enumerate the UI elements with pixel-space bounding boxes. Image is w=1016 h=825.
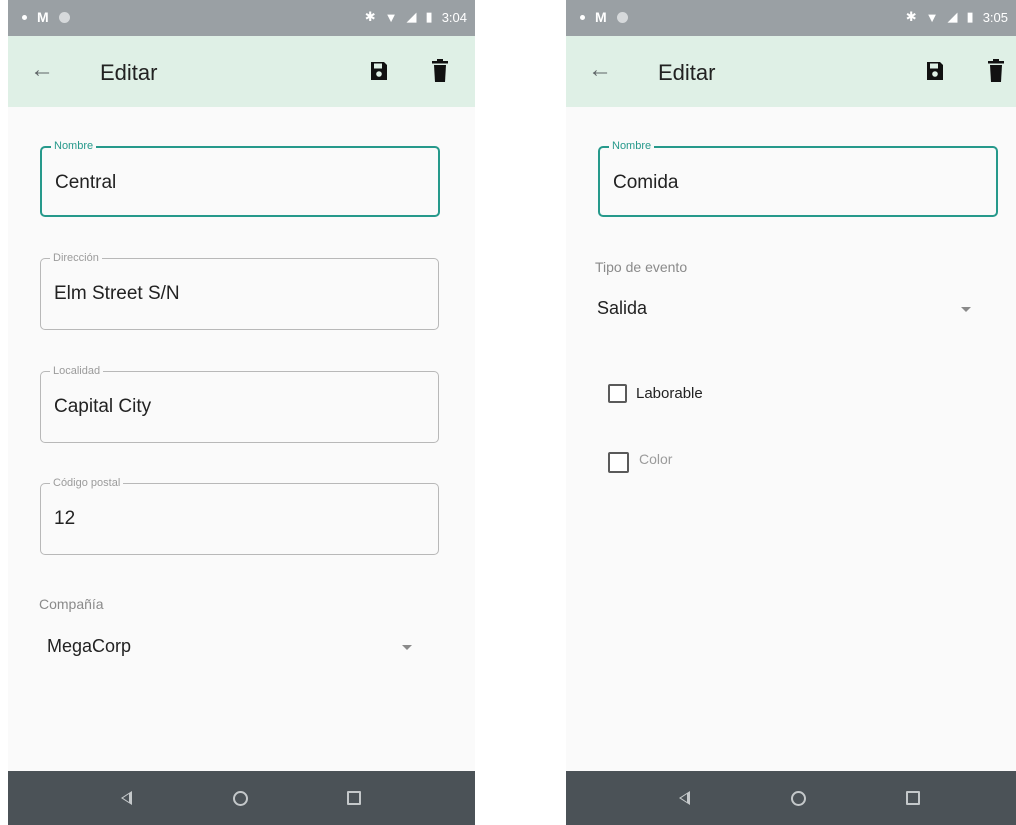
codigo-postal-field[interactable]: Código postal 12: [40, 476, 439, 555]
nombre-field[interactable]: Nombre Comida: [598, 139, 998, 217]
clock: 3:05: [982, 9, 1008, 25]
nav-back-icon[interactable]: [679, 791, 690, 805]
nombre-label: Nombre: [609, 139, 655, 153]
trash-icon[interactable]: [432, 59, 448, 82]
clock: 3:04: [441, 9, 467, 25]
compania-value: MegaCorp: [47, 636, 132, 656]
color-checkbox[interactable]: [608, 452, 629, 473]
left-screen: M ✱ ▼ ◢ ▮ 3:04 ← Editar Nombre Central D…: [8, 0, 475, 825]
direccion-field[interactable]: Dirección Elm Street S/N: [40, 251, 439, 330]
codigo-postal-label: Código postal: [50, 476, 124, 490]
signal-icon: ◢: [406, 9, 417, 24]
localidad-label: Localidad: [50, 364, 104, 378]
notification-dot-icon: [580, 14, 585, 20]
color-label: Color: [639, 451, 673, 467]
signal-icon: ◢: [947, 9, 958, 24]
status-bar: M ✱ ▼ ◢ ▮ 3:05: [566, 0, 1016, 36]
nombre-value: Central: [55, 172, 117, 193]
gmail-icon: M: [595, 9, 607, 25]
app-bar: ← Editar: [8, 36, 475, 107]
direccion-label: Dirección: [50, 251, 102, 265]
page-title: Editar: [100, 60, 158, 85]
bluetooth-icon: ✱: [364, 9, 376, 24]
notification-dot-icon: [22, 14, 27, 20]
direccion-value: Elm Street S/N: [54, 283, 180, 304]
page-title: Editar: [658, 60, 716, 85]
wifi-icon: ▼: [925, 9, 939, 25]
compania-label: Compañía: [39, 596, 104, 612]
compania-select[interactable]: MegaCorp: [39, 628, 419, 664]
dropdown-caret-icon: [961, 307, 971, 312]
localidad-value: Capital City: [54, 396, 152, 417]
save-icon[interactable]: [926, 61, 944, 81]
tipo-evento-label: Tipo de evento: [595, 259, 688, 275]
laborable-checkbox[interactable]: [608, 384, 627, 403]
right-screen: M ✱ ▼ ◢ ▮ 3:05 ← Editar Nombre Comida Ti…: [566, 0, 1016, 825]
navigation-bar: [566, 771, 1016, 825]
wifi-icon: ▼: [384, 9, 398, 25]
laborable-label: Laborable: [636, 385, 703, 402]
navigation-bar: [8, 771, 475, 825]
battery-icon: ▮: [966, 9, 974, 24]
nombre-label: Nombre: [51, 139, 97, 153]
laborable-checkbox-row[interactable]: Laborable: [606, 380, 746, 408]
codigo-postal-value: 12: [54, 508, 76, 529]
nav-back-icon[interactable]: [121, 791, 132, 805]
arrow-back-icon[interactable]: ←: [588, 58, 612, 82]
localidad-field[interactable]: Localidad Capital City: [40, 364, 439, 443]
gmail-icon: M: [37, 9, 49, 25]
tipo-evento-select[interactable]: Salida: [595, 290, 985, 326]
nav-home-icon[interactable]: [791, 791, 806, 806]
nombre-value: Comida: [613, 172, 679, 193]
sync-icon: [58, 11, 70, 23]
save-icon[interactable]: [370, 61, 388, 81]
app-bar: ← Editar: [566, 36, 1016, 107]
color-checkbox-row[interactable]: Color: [606, 448, 746, 476]
nombre-field[interactable]: Nombre Central: [40, 139, 440, 217]
dropdown-caret-icon: [402, 645, 412, 650]
status-bar: M ✱ ▼ ◢ ▮ 3:04: [8, 0, 475, 36]
nav-home-icon[interactable]: [233, 791, 248, 806]
sync-icon: [616, 11, 628, 23]
tipo-evento-value: Salida: [597, 298, 648, 318]
nav-recents-icon[interactable]: [347, 791, 361, 805]
battery-icon: ▮: [425, 9, 433, 24]
trash-icon[interactable]: [988, 59, 1004, 82]
arrow-back-icon[interactable]: ←: [30, 58, 54, 82]
bluetooth-icon: ✱: [905, 9, 917, 24]
nav-recents-icon[interactable]: [906, 791, 920, 805]
